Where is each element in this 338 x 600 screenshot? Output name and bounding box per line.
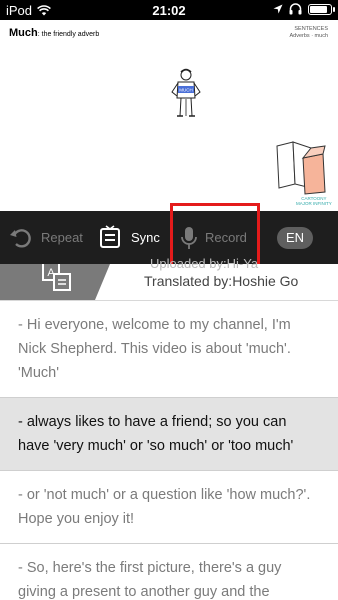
translate-icon: A bbox=[42, 264, 71, 291]
headphones-icon bbox=[289, 3, 302, 15]
video-topic-line1: SENTENCES bbox=[294, 26, 328, 32]
transcript-list[interactable]: - Hi everyone, welcome to my channel, I'… bbox=[0, 300, 338, 600]
box-illustration bbox=[276, 141, 326, 195]
transcript-line-text: - always likes to have a friend; so you … bbox=[18, 414, 294, 454]
video-caption-line2: MAJOR INFINITY bbox=[296, 201, 332, 206]
translated-by-text: Translated by:Hoshie Go bbox=[144, 273, 299, 289]
repeat-label: Repeat bbox=[41, 230, 83, 245]
battery-icon bbox=[308, 3, 335, 15]
transcript-line[interactable]: - or 'not much' or a question like 'how … bbox=[0, 470, 338, 543]
video-title-rest: : the friendly adverb bbox=[37, 31, 100, 38]
video-caption: CARTOONY MAJOR INFINITY bbox=[296, 196, 332, 206]
sync-icon bbox=[100, 224, 120, 248]
video-topic-line2: Adverbs · much bbox=[289, 33, 328, 39]
transcript-line-text: - or 'not much' or a question like 'how … bbox=[18, 487, 311, 527]
transcript-line-text: - Hi everyone, welcome to my channel, I'… bbox=[18, 317, 291, 381]
location-arrow-icon bbox=[273, 4, 283, 14]
translate-tab[interactable]: A bbox=[0, 264, 110, 300]
status-bar: iPod 21:02 bbox=[0, 0, 338, 20]
man-shirt-label: MUCH bbox=[179, 88, 193, 93]
sync-label: Sync bbox=[131, 230, 160, 245]
repeat-icon bbox=[10, 228, 31, 248]
transcript-line-text: - So, here's the first picture, there's … bbox=[18, 560, 282, 600]
video-title-word: Much bbox=[9, 27, 38, 39]
video-player[interactable]: Much: the friendly adverb SENTENCES Adve… bbox=[0, 20, 338, 211]
video-topic-label: SENTENCES Adverbs · much bbox=[289, 26, 328, 40]
language-toggle[interactable]: EN bbox=[277, 227, 313, 249]
transcript-line[interactable]: - So, here's the first picture, there's … bbox=[0, 543, 338, 600]
transcript-line[interactable]: - Hi everyone, welcome to my channel, I'… bbox=[0, 300, 338, 397]
cartoon-man-illustration: MUCH bbox=[171, 68, 201, 117]
uploaded-by-text: Uploaded by:Hi-Ya bbox=[150, 256, 259, 271]
video-title: Much: the friendly adverb bbox=[9, 27, 99, 39]
transcript-line-active[interactable]: - always likes to have a friend; so you … bbox=[0, 397, 338, 470]
status-right bbox=[273, 3, 335, 15]
repeat-button[interactable]: Repeat bbox=[8, 211, 83, 264]
subtitle-info: A Uploaded by:Hi-Ya Translated by:Hoshie… bbox=[0, 256, 338, 300]
